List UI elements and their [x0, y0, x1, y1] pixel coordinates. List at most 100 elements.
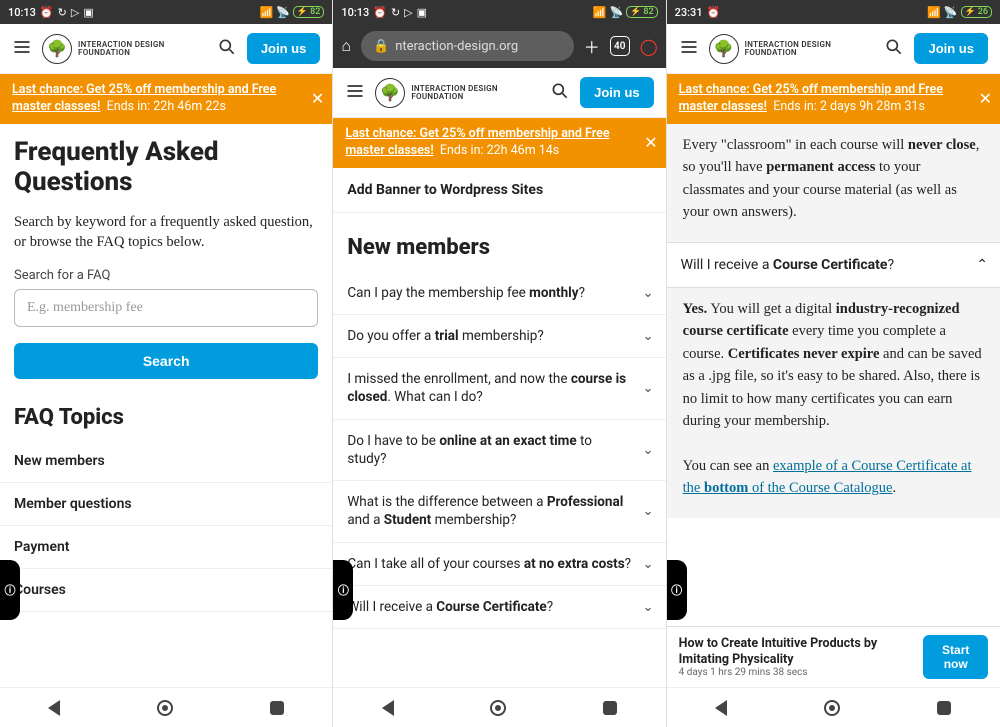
- faq-item[interactable]: Can I pay the membership fee monthly?⌄: [333, 272, 665, 315]
- start-now-button[interactable]: Start now: [923, 635, 988, 679]
- course-cta-bar: How to Create Intuitive Products by Imit…: [667, 626, 1000, 687]
- nav-home-icon[interactable]: [157, 700, 173, 716]
- info-tab-icon[interactable]: ⓘ: [0, 560, 20, 620]
- play-icon: ▷: [71, 6, 79, 19]
- android-nav-bar: [0, 687, 332, 727]
- chevron-down-icon: ⌄: [642, 284, 653, 302]
- faq-landing: Frequently Asked Questions Search by key…: [0, 124, 332, 727]
- hamburger-icon[interactable]: [679, 37, 699, 61]
- cta-countdown: 4 days 1 hrs 29 mins 38 secs: [679, 667, 914, 678]
- wifi-icon: 📡: [276, 6, 290, 19]
- chevron-down-icon: ⌄: [642, 555, 653, 573]
- signal-icon: 📶: [593, 6, 607, 19]
- brand-logo[interactable]: 🌳 INTERACTION DESIGN FOUNDATION: [42, 34, 165, 64]
- join-button[interactable]: Join us: [247, 33, 321, 64]
- answer-previous: Every "classroom" in each course will ne…: [667, 124, 1000, 242]
- hamburger-icon[interactable]: [345, 81, 365, 105]
- search-icon[interactable]: [884, 37, 904, 61]
- app-header: 🌳 INTERACTION DESIGN FOUNDATION Join us: [667, 24, 1000, 74]
- join-button[interactable]: Join us: [580, 77, 654, 108]
- info-tab-icon[interactable]: ⓘ: [667, 560, 687, 620]
- android-status-bar: 23:31 ⏰ 📶 📡 ⚡26: [667, 0, 1000, 24]
- android-nav-bar: [333, 687, 665, 727]
- topic-new-members[interactable]: New members: [0, 440, 332, 483]
- search-button[interactable]: Search: [14, 343, 318, 379]
- status-time: 10:13: [341, 6, 369, 19]
- nav-recents-icon[interactable]: [603, 701, 617, 715]
- faq-item[interactable]: What is the difference between a Profess…: [333, 481, 665, 542]
- nav-back-icon[interactable]: [48, 700, 60, 716]
- nav-recents-icon[interactable]: [937, 701, 951, 715]
- topic-member-questions[interactable]: Member questions: [0, 483, 332, 526]
- sync-icon: ↻: [391, 6, 400, 19]
- close-icon[interactable]: ✕: [311, 88, 324, 110]
- faq-item-banner[interactable]: Add Banner to Wordpress Sites: [333, 168, 665, 213]
- signal-icon: 📶: [259, 6, 273, 19]
- alarm-icon: ⏰: [40, 6, 54, 19]
- faq-item[interactable]: Will I receive a Course Certificate?⌄: [333, 586, 665, 629]
- faq-item[interactable]: I missed the enrollment, and now the cou…: [333, 358, 665, 419]
- brand-logo[interactable]: 🌳 INTERACTION DESIGN FOUNDATION: [375, 78, 498, 108]
- join-button[interactable]: Join us: [914, 33, 988, 64]
- cast-icon: ▣: [417, 6, 427, 19]
- chevron-down-icon: ⌄: [642, 441, 653, 459]
- faq-item[interactable]: Do you offer a trial membership?⌄: [333, 315, 665, 358]
- battery-indicator: ⚡82: [626, 6, 657, 18]
- url-host: nteraction-design.org: [395, 39, 518, 54]
- search-input[interactable]: E.g. membership fee: [14, 289, 318, 327]
- promo-banner[interactable]: Last chance: Get 25% off membership and …: [0, 74, 332, 124]
- cast-icon: ▣: [83, 6, 93, 19]
- faq-list: Add Banner to Wordpress Sites New member…: [333, 168, 665, 727]
- address-bar[interactable]: 🔒 nteraction-design.org: [361, 31, 574, 61]
- nav-home-icon[interactable]: [490, 700, 506, 716]
- browser-url-bar: ⌂ 🔒 nteraction-design.org ＋ 40 ◯: [333, 24, 665, 68]
- wifi-icon: 📡: [610, 6, 624, 19]
- chevron-down-icon: ⌄: [642, 327, 653, 345]
- section-heading: New members: [333, 213, 665, 272]
- status-time: 23:31: [675, 6, 703, 19]
- hamburger-icon[interactable]: [12, 37, 32, 61]
- chevron-down-icon: ⌄: [642, 379, 653, 397]
- lock-icon: 🔒: [373, 39, 389, 54]
- battery-indicator: ⚡26: [961, 6, 992, 18]
- faq-item[interactable]: Do I have to be online at an exact time …: [333, 420, 665, 481]
- promo-banner[interactable]: Last chance: Get 25% off membership and …: [333, 118, 665, 168]
- tree-icon: 🌳: [42, 34, 72, 64]
- new-tab-icon[interactable]: ＋: [584, 34, 600, 58]
- nav-back-icon[interactable]: [715, 700, 727, 716]
- close-icon[interactable]: ✕: [644, 132, 657, 154]
- chevron-down-icon: ⌄: [642, 502, 653, 520]
- opera-icon[interactable]: ◯: [640, 37, 658, 56]
- faq-item[interactable]: Can I take all of your courses at no ext…: [333, 543, 665, 586]
- alarm-icon: ⏰: [373, 6, 387, 19]
- chevron-up-icon: ⌃: [976, 257, 988, 273]
- search-icon[interactable]: [217, 37, 237, 61]
- tree-icon: 🌳: [709, 34, 739, 64]
- promo-banner[interactable]: Last chance: Get 25% off membership and …: [667, 74, 1000, 124]
- faq-item-open[interactable]: Will I receive a Course Certificate? ⌃: [667, 242, 1000, 288]
- signal-icon: 📶: [927, 6, 941, 19]
- tree-icon: 🌳: [375, 78, 405, 108]
- nav-back-icon[interactable]: [382, 700, 394, 716]
- screenshot-1: 10:13 ⏰ ↻ ▷ ▣ 📶 📡 ⚡82 🌳 INTERACTION DESI…: [0, 0, 333, 727]
- nav-home-icon[interactable]: [824, 700, 840, 716]
- topic-courses[interactable]: Courses: [0, 569, 332, 612]
- answer-certificate: Yes. You will get a digital industry-rec…: [667, 288, 1000, 518]
- topic-payment[interactable]: Payment: [0, 526, 332, 569]
- nav-recents-icon[interactable]: [270, 701, 284, 715]
- play-icon: ▷: [404, 6, 412, 19]
- sync-icon: ↻: [58, 6, 67, 19]
- android-status-bar: 10:13 ⏰ ↻ ▷ ▣ 📶 📡 ⚡82: [0, 0, 332, 24]
- brand-logo[interactable]: 🌳 INTERACTION DESIGN FOUNDATION: [709, 34, 832, 64]
- alarm-icon: ⏰: [707, 6, 721, 19]
- info-tab-icon[interactable]: ⓘ: [333, 560, 353, 620]
- close-icon[interactable]: ✕: [979, 88, 992, 110]
- android-nav-bar: [667, 687, 1000, 727]
- tab-count[interactable]: 40: [610, 36, 630, 56]
- battery-indicator: ⚡82: [293, 6, 324, 18]
- search-icon[interactable]: [550, 81, 570, 105]
- browser-home-icon[interactable]: ⌂: [341, 36, 351, 56]
- chevron-down-icon: ⌄: [642, 598, 653, 616]
- page-lead: Search by keyword for a frequently asked…: [0, 204, 332, 269]
- status-time: 10:13: [8, 6, 36, 19]
